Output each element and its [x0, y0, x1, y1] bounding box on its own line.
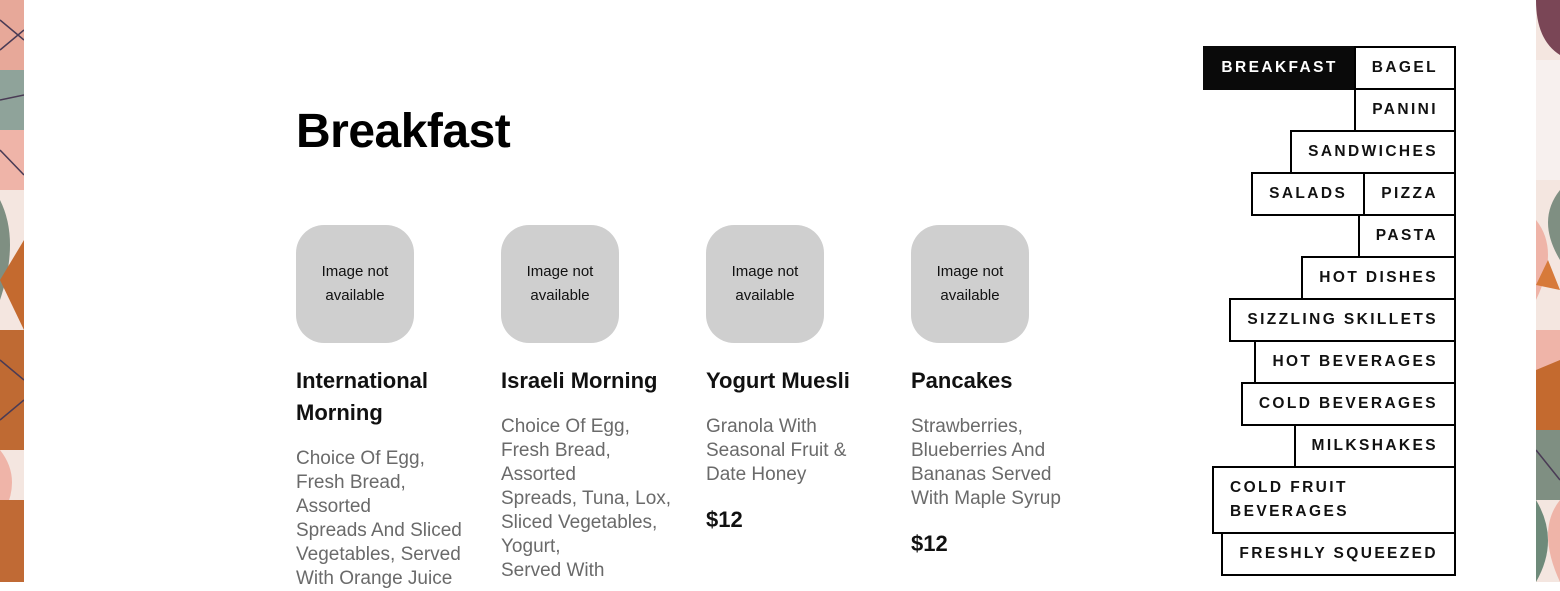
image-placeholder: Image not available — [706, 225, 824, 343]
image-placeholder: Image not available — [501, 225, 619, 343]
category-cold-beverages-button[interactable]: COLD BEVERAGES — [1240, 382, 1456, 426]
category-panini-button[interactable]: PANINI — [1354, 88, 1456, 132]
category-nav: BREAKFAST BAGEL PANINI SANDWICHES SALADS… — [1180, 46, 1456, 576]
category-breakfast-button[interactable]: BREAKFAST — [1203, 46, 1356, 90]
category-pasta-button[interactable]: PASTA — [1357, 214, 1456, 258]
item-price: $12 — [706, 507, 743, 532]
item-name: Israeli Morning — [501, 368, 658, 393]
category-hot-dishes-button[interactable]: HOT DISHES — [1301, 256, 1456, 300]
category-row: HOT DISHES — [1180, 256, 1456, 300]
category-salads-button[interactable]: SALADS — [1251, 172, 1366, 216]
category-row: PASTA — [1180, 214, 1456, 258]
category-bagel-button[interactable]: BAGEL — [1353, 46, 1456, 90]
item-description: Granola With Seasonal Fruit & Date Honey — [706, 416, 847, 485]
category-freshly-squeezed-button[interactable]: FRESHLY SQUEEZED — [1221, 532, 1456, 576]
category-sizzling-skillets-button[interactable]: SIZZLING SKILLETS — [1229, 298, 1456, 342]
decorative-leaf-pattern-left — [0, 0, 24, 582]
category-row: MILKSHAKES — [1180, 424, 1456, 468]
category-row: SANDWICHES — [1180, 130, 1456, 174]
category-milkshakes-button[interactable]: MILKSHAKES — [1293, 424, 1456, 468]
item-description: Choice Of Egg, Fresh Bread, Assorted Spr… — [296, 448, 462, 589]
category-row: HOT BEVERAGES — [1180, 340, 1456, 384]
menu-item-card[interactable]: Image not available International Mornin… — [296, 225, 476, 591]
category-row: COLD FRUIT BEVERAGES — [1180, 466, 1456, 534]
menu-item-card[interactable]: Image not available Israeli Morning Choi… — [501, 225, 681, 583]
category-cold-fruit-beverages-button[interactable]: COLD FRUIT BEVERAGES — [1212, 466, 1456, 534]
category-hot-beverages-button[interactable]: HOT BEVERAGES — [1254, 340, 1456, 384]
menu-item-card[interactable]: Image not available Pancakes Strawberrie… — [911, 225, 1091, 557]
image-placeholder: Image not available — [911, 225, 1029, 343]
item-description: Strawberries, Blueberries And Bananas Se… — [911, 416, 1061, 509]
category-pizza-button[interactable]: PIZZA — [1363, 172, 1456, 216]
category-row: COLD BEVERAGES — [1180, 382, 1456, 426]
decorative-leaf-pattern-right — [1536, 0, 1560, 582]
item-name: International Morning — [296, 368, 429, 425]
item-description: Choice Of Egg, Fresh Bread, Assorted Spr… — [501, 416, 672, 581]
item-price: $12 — [911, 531, 948, 556]
category-row: SIZZLING SKILLETS — [1180, 298, 1456, 342]
image-placeholder: Image not available — [296, 225, 414, 343]
menu-item-card[interactable]: Image not available Yogurt Muesli Granol… — [706, 225, 886, 533]
category-row: PANINI — [1180, 88, 1456, 132]
item-name: Pancakes — [911, 368, 1013, 393]
category-row: FRESHLY SQUEEZED — [1180, 532, 1456, 576]
item-name: Yogurt Muesli — [706, 368, 850, 393]
category-row: SALADS PIZZA — [1180, 172, 1456, 216]
category-row: BREAKFAST BAGEL — [1180, 46, 1456, 90]
page-title: Breakfast — [296, 105, 511, 158]
category-sandwiches-button[interactable]: SANDWICHES — [1290, 130, 1456, 174]
